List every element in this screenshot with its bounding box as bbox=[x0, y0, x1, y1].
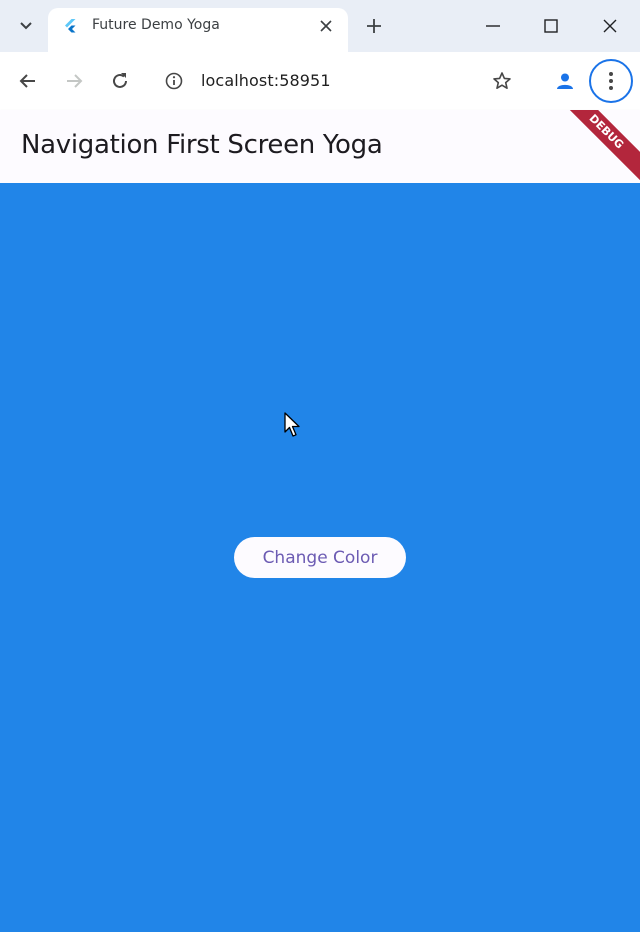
browser-tab-strip: Future Demo Yoga bbox=[0, 0, 640, 52]
change-color-button[interactable]: Change Color bbox=[234, 537, 406, 578]
reload-icon[interactable] bbox=[104, 65, 136, 97]
profile-icon[interactable] bbox=[549, 65, 581, 97]
debug-banner-clip: DEBUG bbox=[560, 110, 640, 183]
tab-close-icon[interactable] bbox=[316, 16, 336, 36]
mouse-cursor-icon bbox=[284, 412, 300, 437]
debug-banner: DEBUG bbox=[560, 110, 640, 182]
browser-toolbar: localhost:58951 bbox=[0, 52, 640, 110]
new-tab-icon[interactable] bbox=[362, 14, 386, 38]
flutter-icon bbox=[65, 19, 76, 33]
address-bar-url[interactable]: localhost:58951 bbox=[201, 71, 331, 90]
site-info-icon[interactable] bbox=[162, 69, 186, 93]
minimize-icon[interactable] bbox=[473, 10, 513, 42]
window-close-icon[interactable] bbox=[590, 10, 630, 42]
browser-tab[interactable]: Future Demo Yoga bbox=[48, 8, 348, 52]
forward-icon[interactable] bbox=[58, 65, 90, 97]
bookmark-star-icon[interactable] bbox=[486, 65, 518, 97]
app-bar: Navigation First Screen Yoga bbox=[0, 110, 640, 183]
back-icon[interactable] bbox=[12, 65, 44, 97]
maximize-icon[interactable] bbox=[531, 10, 571, 42]
browser-menu-icon[interactable] bbox=[589, 59, 633, 103]
tab-search-chevron-icon[interactable] bbox=[12, 12, 40, 40]
main-content: Change Color bbox=[0, 183, 640, 932]
page-title: Navigation First Screen Yoga bbox=[21, 130, 383, 160]
tab-title: Future Demo Yoga bbox=[92, 17, 220, 33]
